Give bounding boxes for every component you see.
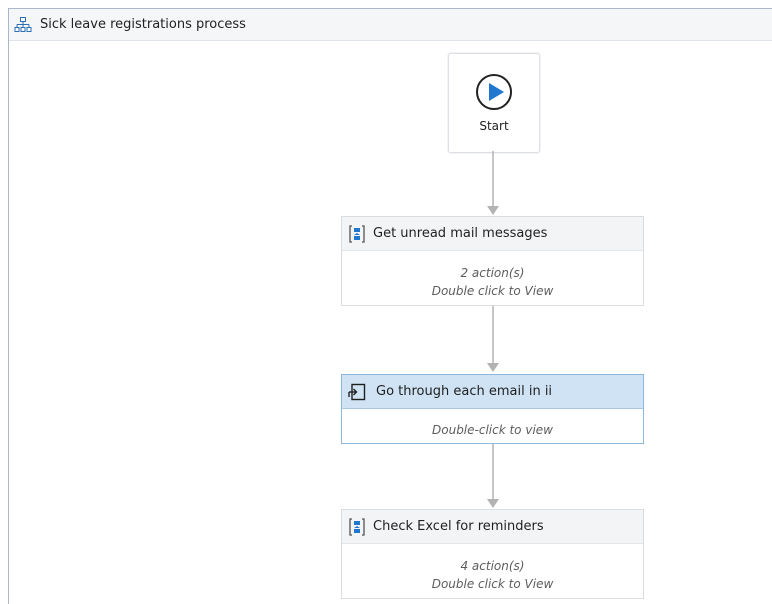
step-details: 4 action(s) Double click to View [342,544,643,593]
process-title-bar: Sick leave registrations process [9,9,772,41]
subflow-icon [349,517,365,536]
step-header: Go through each email in ii [342,375,643,409]
connector-arrow [487,151,499,215]
loop-go-through-emails[interactable]: Go through each email in ii Double-click… [341,374,644,444]
action-count: 2 action(s) [460,266,525,280]
step-header: Check Excel for reminders [342,510,643,544]
view-hint: Double click to View [431,284,554,298]
step-title: Check Excel for reminders [373,519,544,534]
connector-arrow [487,306,499,372]
step-details: 2 action(s) Double click to View [342,251,643,300]
process-title: Sick leave registrations process [40,17,246,32]
view-hint: Double-click to view [432,423,553,437]
process-canvas: Sick leave registrations process Start G… [8,8,772,604]
step-details: Double-click to view [342,409,643,439]
loop-icon [348,383,366,400]
step-header: Get unread mail messages [342,217,643,251]
action-count: 4 action(s) [460,559,525,573]
start-label: Start [479,119,509,133]
step-title: Get unread mail messages [373,226,548,241]
subflow-icon [349,224,365,243]
start-node[interactable]: Start [448,53,540,153]
subflow-check-excel[interactable]: Check Excel for reminders 4 action(s) Do… [341,509,644,599]
step-title: Go through each email in ii [376,384,553,399]
subflow-get-unread-mail[interactable]: Get unread mail messages 2 action(s) Dou… [341,216,644,306]
view-hint: Double click to View [431,577,554,591]
connector-arrow [487,444,499,508]
flow-diagram-icon [14,16,32,32]
play-icon [476,74,512,110]
